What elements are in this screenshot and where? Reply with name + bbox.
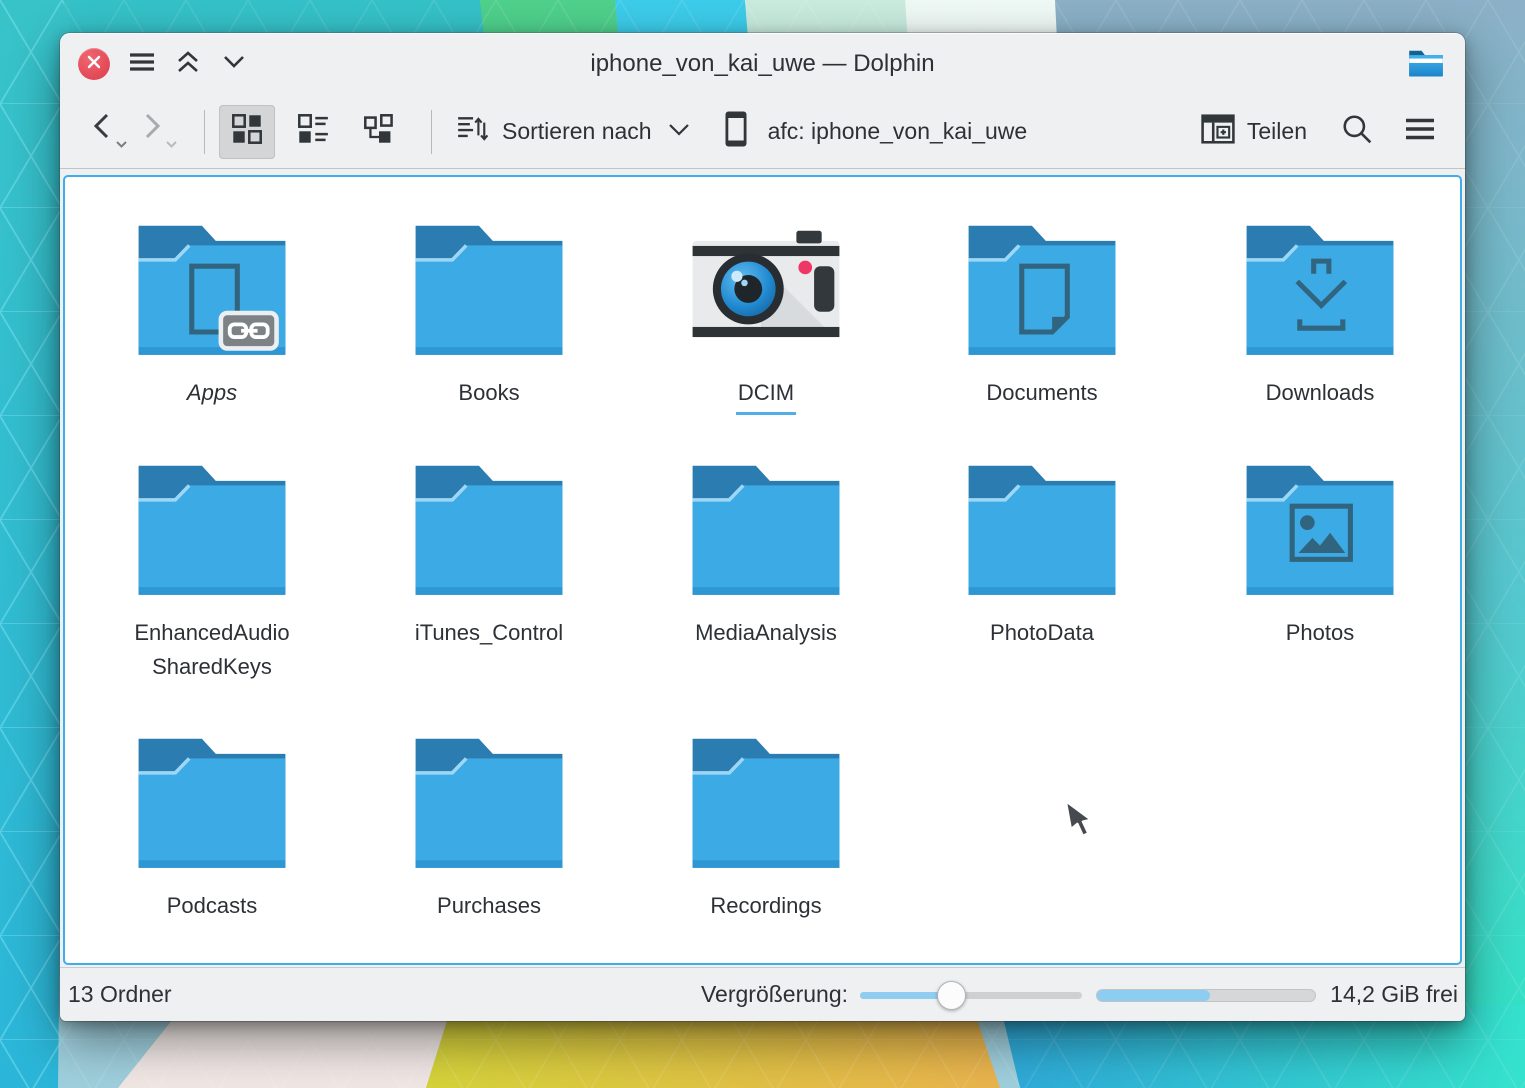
details-view-icon — [297, 113, 329, 150]
folder-item[interactable]: PhotoData — [917, 456, 1167, 650]
smartphone-icon — [724, 110, 748, 153]
breadcrumb-location[interactable]: afc: iphone_von_kai_uwe — [724, 110, 1028, 153]
folder-label: MediaAnalysis — [641, 616, 891, 650]
folder-item[interactable]: Recordings — [641, 729, 891, 923]
tree-view-icon — [363, 113, 395, 150]
folder-item[interactable]: Downloads — [1195, 216, 1445, 410]
folder-label: iTunes_Control — [364, 616, 614, 650]
mouse-cursor — [1063, 800, 1093, 845]
back-button[interactable] — [90, 112, 124, 152]
sort-chevron-down-icon — [668, 123, 690, 141]
statusbar: 13 Ordner Vergrößerung: 14,2 GiB frei — [60, 967, 1465, 1021]
folder-label: Podcasts — [87, 889, 337, 923]
free-space-bar-fill — [1097, 990, 1210, 1001]
window-title: iphone_von_kai_uwe — Dolphin — [60, 50, 1465, 78]
zoom-slider-handle[interactable] — [937, 981, 966, 1010]
close-button[interactable] — [78, 48, 110, 80]
toolbar-separator — [431, 110, 432, 154]
folder-label: Photos — [1195, 616, 1445, 650]
folder-icon — [364, 216, 614, 366]
back-history-chevron-icon[interactable] — [115, 136, 128, 154]
folder-count-label: 13 Ordner — [68, 981, 172, 1008]
folder-label: Purchases — [364, 889, 614, 923]
double-chevron-up-icon — [175, 50, 201, 79]
close-icon — [86, 54, 102, 75]
folder-icon — [87, 216, 337, 366]
folder-item[interactable]: iTunes_Control — [364, 456, 614, 650]
folder-item[interactable]: Photos — [1195, 456, 1445, 650]
zoom-label: Vergrößerung: — [701, 981, 848, 1008]
folder-icon — [87, 729, 337, 879]
folder-item[interactable]: Books — [364, 216, 614, 410]
toolbar-separator — [204, 110, 205, 154]
folder-icon — [641, 456, 891, 606]
folder-label: Apps — [87, 376, 337, 410]
forward-button[interactable] — [140, 112, 174, 152]
split-view-button[interactable]: Teilen — [1201, 114, 1307, 149]
dolphin-app-icon — [1407, 46, 1445, 85]
free-space-label: 14,2 GiB frei — [1330, 981, 1458, 1008]
folder-icon — [364, 729, 614, 879]
folder-item[interactable]: Apps — [87, 216, 337, 410]
search-button[interactable] — [1341, 113, 1373, 150]
folder-label: Books — [364, 376, 614, 410]
hamburger-icon — [129, 52, 155, 77]
folder-view[interactable]: Apps Books DCIM Documents Downloads Enha… — [63, 175, 1462, 965]
toolbar: Sortieren nach afc: iphone_von_kai_uwe — [60, 95, 1465, 169]
chevron-down-icon — [222, 55, 246, 74]
keep-above-button[interactable] — [170, 46, 206, 82]
folder-item[interactable]: DCIM — [641, 216, 891, 415]
folder-icon — [364, 456, 614, 606]
folder-icon — [87, 456, 337, 606]
sort-button[interactable]: Sortieren nach — [456, 114, 690, 149]
folder-label: PhotoData — [917, 616, 1167, 650]
folder-icon — [641, 216, 891, 366]
folder-item[interactable]: Documents — [917, 216, 1167, 410]
folder-item[interactable]: Podcasts — [87, 729, 337, 923]
folder-label: Downloads — [1195, 376, 1445, 410]
icons-view-icon — [231, 113, 263, 150]
folder-label: EnhancedAudio SharedKeys — [87, 616, 337, 684]
folder-item[interactable]: MediaAnalysis — [641, 456, 891, 650]
folder-icon — [917, 456, 1167, 606]
sort-label: Sortieren nach — [502, 118, 652, 145]
view-icons-button[interactable] — [219, 105, 275, 159]
free-space-bar — [1096, 989, 1316, 1002]
split-view-icon — [1201, 114, 1235, 149]
search-icon — [1341, 132, 1373, 149]
hamburger-icon — [1405, 128, 1435, 145]
folder-label: Documents — [917, 376, 1167, 410]
zoom-slider[interactable] — [860, 992, 1082, 999]
dolphin-window: iphone_von_kai_uwe — Dolphin — [60, 33, 1465, 1021]
split-view-label: Teilen — [1247, 118, 1307, 145]
view-details-button[interactable] — [285, 105, 341, 159]
folder-item[interactable]: Purchases — [364, 729, 614, 923]
forward-history-chevron-icon[interactable] — [165, 136, 178, 154]
titlebar[interactable]: iphone_von_kai_uwe — Dolphin — [60, 33, 1465, 95]
breadcrumb-text: afc: iphone_von_kai_uwe — [768, 118, 1028, 145]
application-menu-button[interactable] — [124, 46, 160, 82]
folder-icon — [1195, 216, 1445, 366]
folder-label: DCIM — [641, 376, 891, 415]
folder-icon — [1195, 456, 1445, 606]
folder-icon — [917, 216, 1167, 366]
folder-item[interactable]: EnhancedAudio SharedKeys — [87, 456, 337, 684]
sort-icon — [456, 114, 488, 149]
folder-icon — [641, 729, 891, 879]
shade-button[interactable] — [216, 46, 252, 82]
menu-button[interactable] — [1405, 117, 1435, 146]
folder-label: Recordings — [641, 889, 891, 923]
view-tree-button[interactable] — [351, 105, 407, 159]
